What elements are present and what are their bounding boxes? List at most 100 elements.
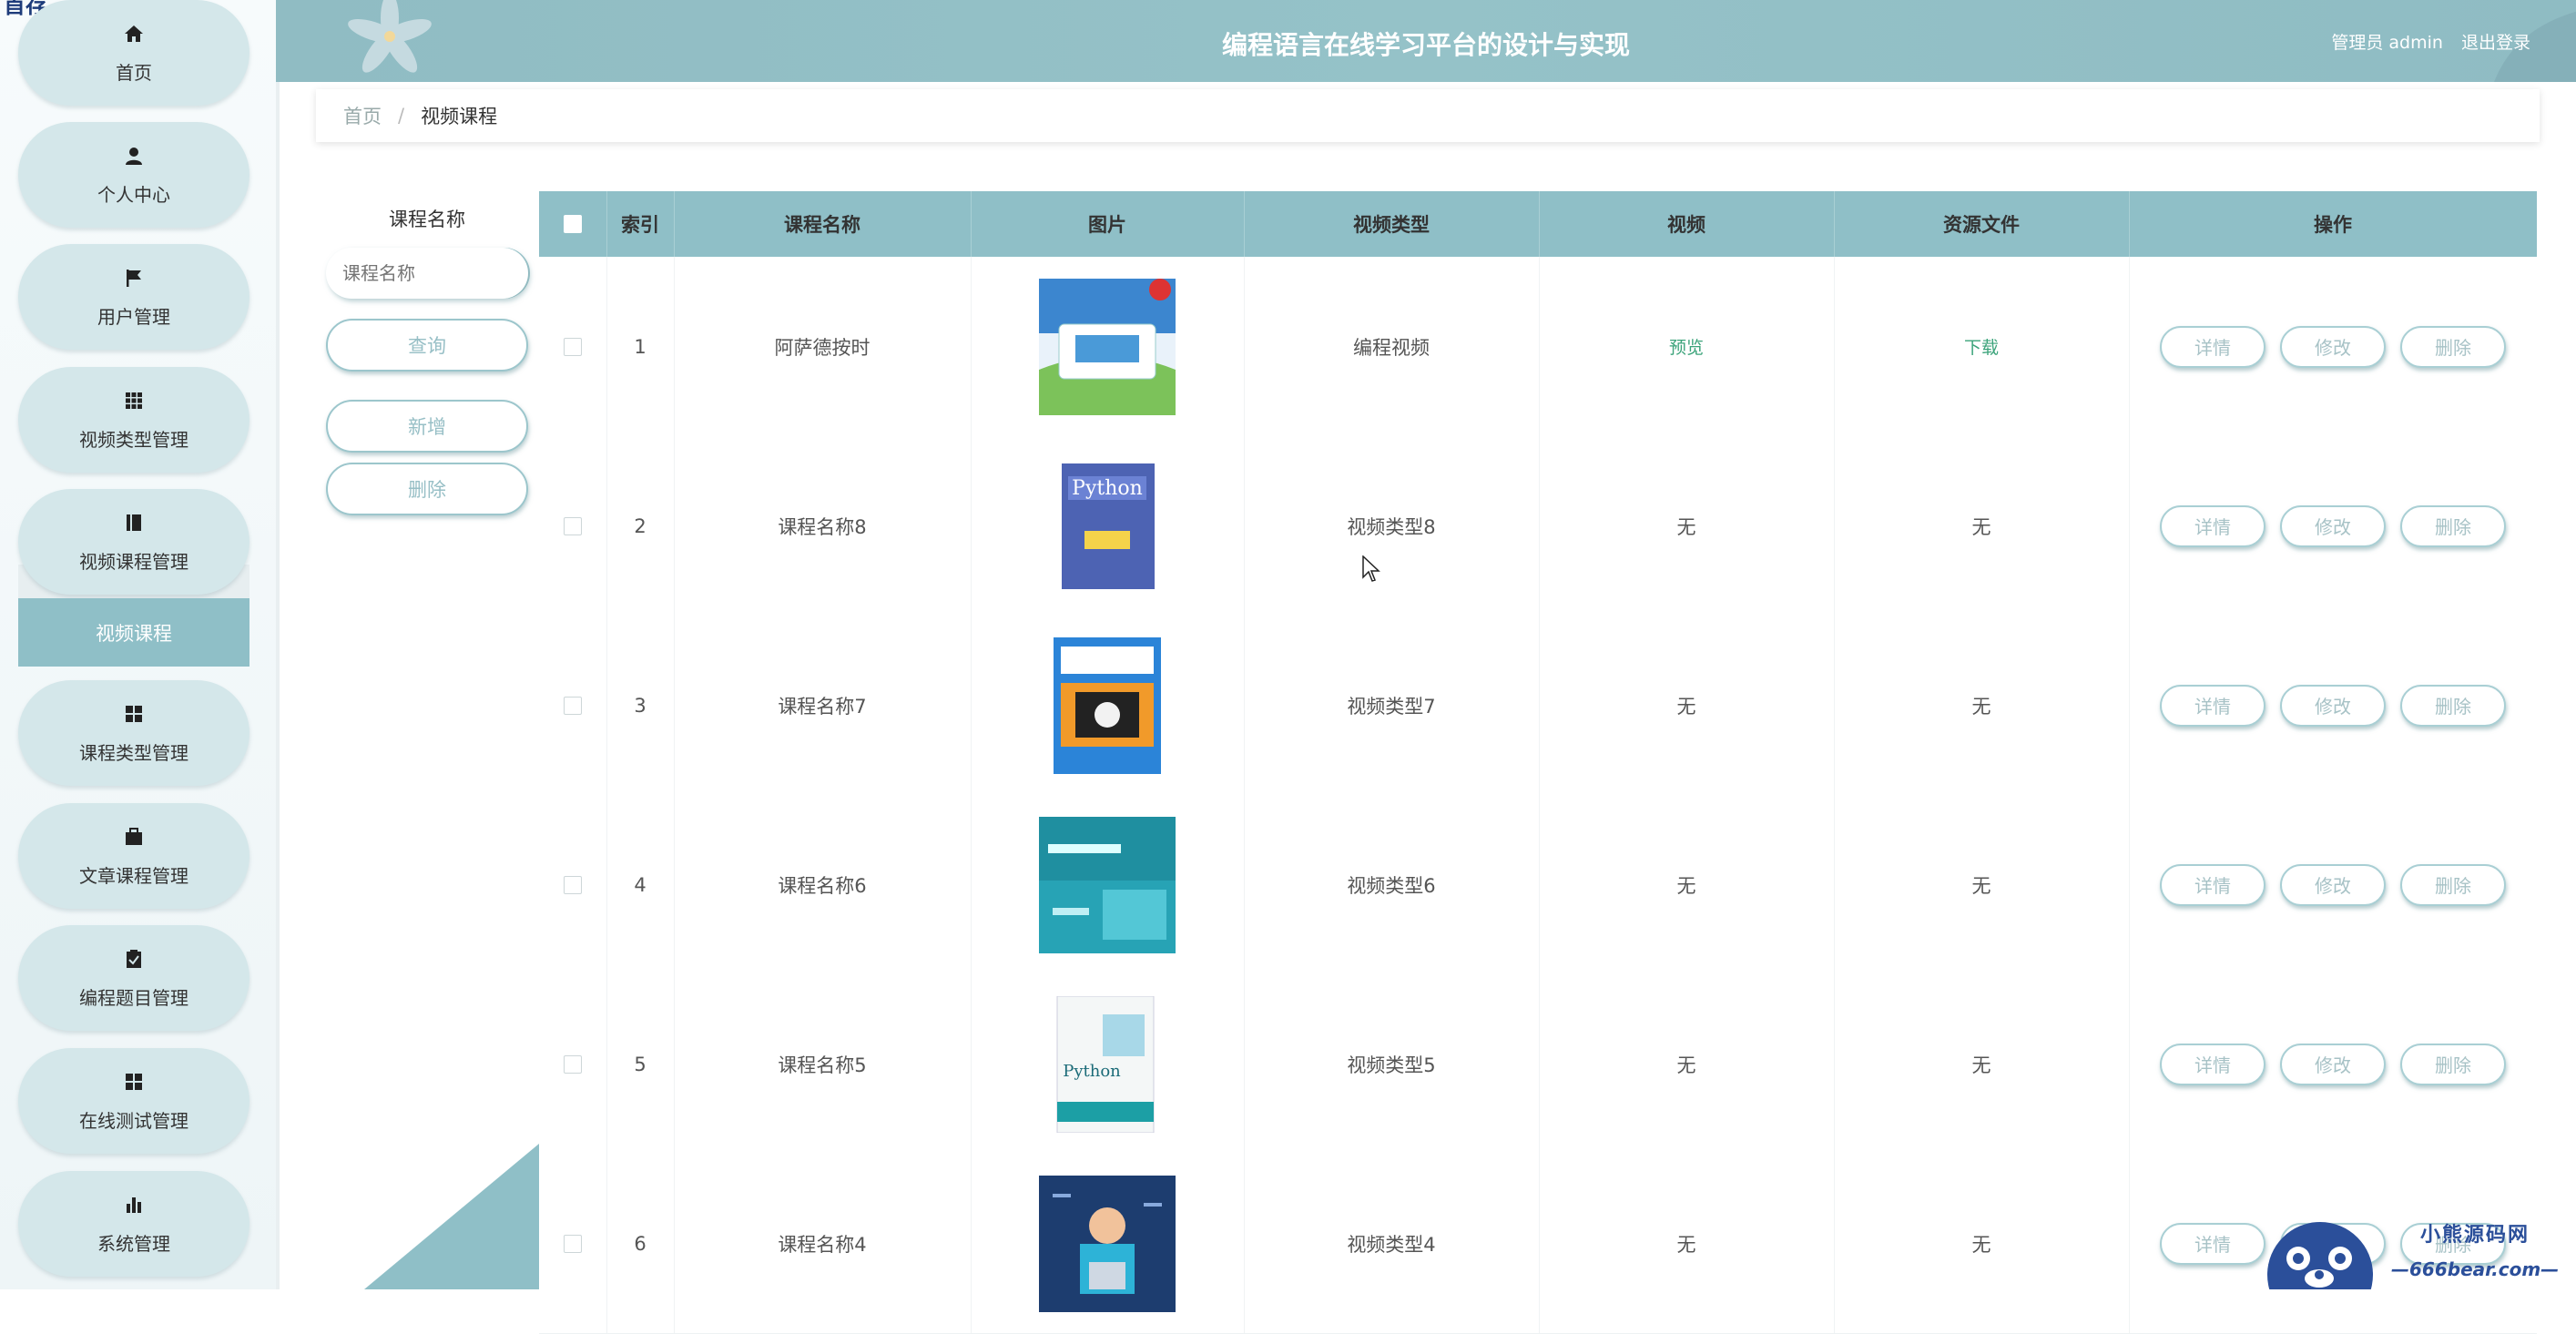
detail-button[interactable]: 详情 [2160, 504, 2265, 547]
delete-button[interactable]: 删除 [2400, 684, 2506, 727]
course-name: 课程名称5 [674, 974, 972, 1154]
course-name: 课程名称8 [674, 436, 972, 616]
table-row: 4 课程名称6 视频类型6 无 无 详情 修改 删除 [539, 795, 2537, 975]
video-type: 视频类型7 [1244, 616, 1540, 795]
table-row: 1 阿萨德按时 编程视频 预览 下载 详情 修改 删除 [539, 257, 2537, 437]
actions-cell: 详情 修改 删除 [2129, 795, 2537, 974]
sidebar-item-label: 系统管理 [97, 1232, 170, 1255]
video-type: 视频类型8 [1244, 436, 1540, 616]
delete-button[interactable]: 删除 [2400, 1043, 2506, 1085]
video-cell: 无 [1539, 974, 1835, 1154]
detail-button[interactable]: 详情 [2160, 1043, 2265, 1085]
top-header: 编程语言在线学习平台的设计与实现 管理员 admin 退出登录 [276, 0, 2576, 82]
edit-button[interactable]: 修改 [2280, 1043, 2386, 1085]
course-image-cell: Python [971, 974, 1245, 1154]
video-cell: 无 [1539, 1154, 1835, 1333]
column-header: 索引 [606, 191, 675, 257]
detail-button[interactable]: 详情 [2160, 863, 2265, 906]
video-cell: 无 [1539, 616, 1835, 795]
breadcrumb-current: 视频课程 [421, 106, 498, 127]
sidebar: 首存 首页 个人中心 用户管理 视频类型管理 视频课程管理 视频课程 课程类型管… [0, 0, 276, 1289]
sidebar-item-programming-questions[interactable]: 编程题目管理 [18, 925, 249, 1031]
logout-link[interactable]: 退出登录 [2461, 33, 2530, 53]
sidebar-item-home[interactable]: 首页 [18, 0, 249, 106]
svg-text:Python: Python [1063, 1062, 1121, 1081]
detail-button[interactable]: 详情 [2160, 684, 2265, 727]
search-input[interactable] [326, 248, 528, 299]
select-all-checkbox[interactable] [564, 215, 582, 233]
row-index: 2 [606, 436, 675, 616]
video-type: 视频类型6 [1244, 795, 1540, 974]
sidebar-item-label: 首页 [116, 61, 152, 84]
video-preview-link[interactable]: 预览 [1669, 334, 1704, 359]
row-check-cell[interactable] [539, 974, 607, 1154]
detail-button[interactable]: 详情 [2160, 325, 2265, 368]
sidebar-item-users[interactable]: 用户管理 [18, 244, 249, 350]
video-value: 无 [1676, 1233, 1696, 1256]
book-icon [122, 511, 146, 535]
row-index: 4 [606, 795, 675, 974]
row-index: 6 [606, 1154, 675, 1333]
row-checkbox[interactable] [564, 337, 582, 356]
header-user-area: 管理员 admin 退出登录 [2318, 29, 2530, 54]
row-index: 1 [606, 257, 675, 436]
course-name: 课程名称4 [674, 1154, 972, 1333]
sidebar-item-label: 文章课程管理 [79, 864, 188, 887]
home-icon [122, 22, 146, 46]
course-name: 阿萨德按时 [674, 257, 972, 436]
delete-button[interactable]: 删除 [2400, 504, 2506, 547]
resource-file-value: 无 [1971, 874, 1991, 897]
breadcrumb-home[interactable]: 首页 [343, 102, 382, 129]
video-value: 无 [1676, 874, 1696, 897]
svg-text:Python: Python [1072, 477, 1143, 500]
course-image-cell [971, 257, 1245, 436]
row-check-cell[interactable] [539, 795, 607, 974]
breadcrumb: 首页 / 视频课程 [316, 89, 2540, 142]
select-all-cell[interactable] [539, 191, 607, 257]
query-button[interactable]: 查询 [326, 319, 528, 372]
row-check-cell[interactable] [539, 436, 607, 616]
actions-cell: 详情 修改 删除 [2129, 436, 2537, 616]
triangle-decoration [364, 1144, 539, 1289]
sidebar-item-course-types[interactable]: 课程类型管理 [18, 680, 249, 786]
delete-button[interactable]: 删除 [2400, 863, 2506, 906]
sidebar-item-system[interactable]: 系统管理 [18, 1171, 249, 1277]
column-header: 资源文件 [1834, 191, 2130, 257]
row-check-cell[interactable] [539, 257, 607, 436]
actions-cell: 详情 修改 删除 [2129, 616, 2537, 795]
sidebar-item-video-types[interactable]: 视频类型管理 [18, 367, 249, 473]
detail-button[interactable]: 详情 [2160, 1222, 2265, 1265]
edit-button[interactable]: 修改 [2280, 863, 2386, 906]
admin-label: 管理员 admin [2331, 33, 2443, 53]
sidebar-item-online-tests[interactable]: 在线测试管理 [18, 1048, 249, 1154]
row-check-cell[interactable] [539, 616, 607, 795]
sidebar-subitem-video-course[interactable]: 视频课程 [18, 598, 249, 667]
resource-download-link[interactable]: 下载 [1964, 334, 1999, 359]
sidebar-item-video-courses[interactable]: 视频课程管理 [18, 489, 249, 595]
breadcrumb-separator: / [398, 105, 405, 127]
sidebar-item-profile[interactable]: 个人中心 [18, 122, 249, 228]
video-type: 视频类型5 [1244, 974, 1540, 1154]
batch-delete-button[interactable]: 删除 [326, 463, 528, 515]
sidebar-divider [276, 0, 280, 1289]
course-image-cell [971, 1154, 1245, 1333]
edit-button[interactable]: 修改 [2280, 684, 2386, 727]
row-checkbox[interactable] [564, 516, 582, 535]
row-checkbox[interactable] [564, 875, 582, 894]
edit-button[interactable]: 修改 [2280, 325, 2386, 368]
row-check-cell[interactable] [539, 1154, 607, 1333]
sidebar-item-article-courses[interactable]: 文章课程管理 [18, 803, 249, 909]
add-button[interactable]: 新增 [326, 400, 528, 453]
course-image: Python [1039, 995, 1176, 1133]
delete-button[interactable]: 删除 [2400, 325, 2506, 368]
column-header: 操作 [2314, 214, 2352, 236]
video-cell: 无 [1539, 436, 1835, 616]
row-checkbox[interactable] [564, 1054, 582, 1074]
sidebar-subitem-label: 视频课程 [96, 622, 172, 645]
row-checkbox[interactable] [564, 1234, 582, 1253]
row-checkbox[interactable] [564, 696, 582, 715]
column-header: 视频 [1539, 191, 1835, 257]
flag-icon [122, 266, 146, 290]
edit-button[interactable]: 修改 [2280, 504, 2386, 547]
page-title: 编程语言在线学习平台的设计与实现 [1221, 30, 1630, 60]
